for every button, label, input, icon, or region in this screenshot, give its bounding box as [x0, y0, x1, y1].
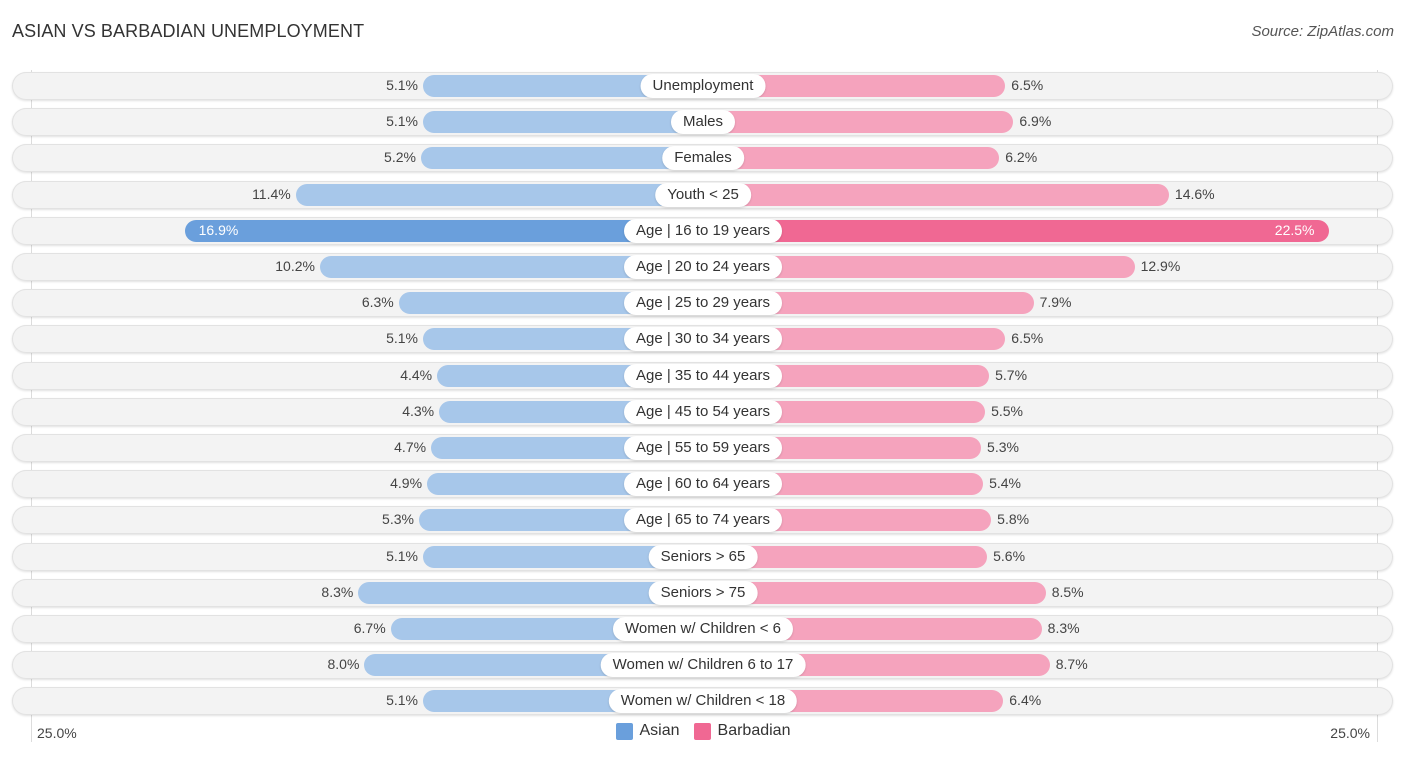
- value-label-asian: 5.1%: [386, 77, 418, 93]
- chart-row: 5.3% 5.8% Age | 65 to 74 years: [12, 506, 1393, 535]
- category-label: Seniors > 65: [648, 544, 758, 569]
- value-label-barbadian: 5.5%: [991, 402, 1024, 419]
- chart-row: 6.7% 8.3% Women w/ Children < 6: [12, 615, 1393, 643]
- value-label-barbadian: 6.4%: [1009, 692, 1042, 709]
- bar-asian[interactable]: [420, 147, 703, 170]
- value-label-barbadian: 8.5%: [1051, 583, 1084, 600]
- value-label-asian: 6.7%: [353, 620, 386, 636]
- value-label-barbadian: 8.7%: [1055, 656, 1088, 673]
- legend-swatch-barbadian: [693, 722, 711, 740]
- value-label-asian: 8.3%: [321, 583, 354, 600]
- bar-barbadian[interactable]: [703, 183, 1169, 206]
- category-label: Age | 20 to 24 years: [624, 255, 782, 279]
- chart-row: 4.9% 5.4% Age | 60 to 64 years: [12, 470, 1393, 499]
- chart-row: 11.4% 14.6% Youth < 25: [12, 180, 1393, 209]
- bar-asian[interactable]: [422, 111, 703, 134]
- chart-row: 4.3% 5.5% Age | 45 to 54 years: [12, 397, 1393, 426]
- chart-row: 6.3% 7.9% Age | 25 to 29 years: [12, 289, 1393, 318]
- value-label-barbadian: 5.7%: [995, 366, 1028, 383]
- category-label: Women w/ Children 6 to 17: [600, 653, 806, 678]
- value-label-asian: 5.1%: [386, 330, 418, 347]
- bar-barbadian[interactable]: [703, 147, 1000, 170]
- chart-row: 4.7% 5.3% Age | 55 to 59 years: [12, 434, 1393, 462]
- chart-row: 5.1% 6.5% Age | 30 to 34 years: [12, 325, 1393, 354]
- category-label: Women w/ Children < 18: [608, 689, 798, 714]
- value-label-barbadian: 5.3%: [987, 439, 1019, 455]
- chart-row: 10.2% 12.9% Age | 20 to 24 years: [12, 253, 1393, 281]
- category-label: Age | 55 to 59 years: [624, 436, 782, 460]
- value-label-asian: 4.3%: [402, 402, 435, 419]
- chart-row: 5.1% 6.9% Males: [12, 108, 1393, 137]
- legend-label-asian: Asian: [639, 722, 680, 739]
- value-label-asian: 5.1%: [386, 113, 418, 130]
- category-label: Males: [670, 110, 736, 135]
- value-label-barbadian: 12.9%: [1140, 258, 1181, 274]
- chart-row: 16.9% 22.5% Age | 16 to 19 years: [12, 216, 1393, 245]
- category-label: Age | 65 to 74 years: [624, 508, 782, 533]
- chart-row: 4.4% 5.7% Age | 35 to 44 years: [12, 361, 1393, 390]
- category-label: Age | 35 to 44 years: [624, 363, 782, 388]
- chart-row: 5.2% 6.2% Females: [12, 144, 1393, 173]
- bar-barbadian[interactable]: [703, 219, 1329, 242]
- legend-swatch-asian: [615, 722, 633, 740]
- value-label-asian: 10.2%: [275, 258, 315, 274]
- source-label: Source: ZipAtlas.com: [1251, 23, 1394, 40]
- legend-item-barbadian[interactable]: Barbadian: [693, 722, 791, 740]
- value-label-asian: 16.9%: [198, 221, 239, 238]
- value-label-barbadian: 7.9%: [1039, 294, 1072, 311]
- value-label-barbadian: 8.3%: [1047, 620, 1080, 636]
- value-label-barbadian: 6.5%: [1011, 330, 1044, 347]
- category-label: Age | 30 to 34 years: [624, 327, 782, 352]
- value-label-asian: 5.3%: [382, 511, 414, 528]
- value-label-barbadian: 6.5%: [1011, 77, 1044, 93]
- value-label-barbadian: 5.6%: [993, 547, 1026, 564]
- value-label-barbadian: 6.9%: [1019, 113, 1052, 130]
- value-label-asian: 4.4%: [400, 366, 433, 383]
- value-label-asian: 6.3%: [361, 294, 394, 311]
- value-label-asian: 5.2%: [384, 149, 416, 166]
- category-label: Age | 25 to 29 years: [624, 291, 782, 316]
- chart-row: 5.1% 6.5% Unemployment: [12, 72, 1393, 100]
- legend-label-barbadian: Barbadian: [717, 722, 791, 739]
- value-label-asian: 5.1%: [386, 547, 418, 564]
- category-label: Youth < 25: [655, 182, 751, 207]
- category-label: Age | 60 to 64 years: [624, 472, 782, 497]
- legend-item-asian[interactable]: Asian: [615, 722, 680, 740]
- category-label: Seniors > 75: [648, 580, 758, 605]
- value-label-asian: 8.0%: [327, 656, 360, 673]
- category-label: Unemployment: [640, 74, 766, 98]
- category-label: Age | 16 to 19 years: [624, 218, 782, 243]
- category-label: Females: [662, 146, 744, 171]
- value-label-barbadian: 6.2%: [1005, 149, 1038, 166]
- value-label-barbadian: 14.6%: [1174, 185, 1215, 202]
- legend: Asian Barbadian: [0, 722, 1406, 740]
- bar-barbadian[interactable]: [703, 111, 1014, 134]
- value-label-asian: 11.4%: [252, 185, 291, 202]
- value-label-barbadian: 5.4%: [989, 475, 1021, 492]
- value-label-asian: 4.7%: [394, 439, 427, 455]
- bar-asian[interactable]: [295, 183, 703, 206]
- chart-title: ASIAN VS BARBADIAN UNEMPLOYMENT: [12, 21, 365, 41]
- category-label: Women w/ Children < 6: [612, 617, 794, 641]
- chart-row: 8.3% 8.5% Seniors > 75: [12, 578, 1393, 607]
- value-label-asian: 5.1%: [386, 692, 418, 709]
- chart-row: 5.1% 5.6% Seniors > 65: [12, 542, 1393, 571]
- value-label-asian: 4.9%: [390, 475, 423, 492]
- value-label-barbadian: 5.8%: [997, 511, 1030, 528]
- chart-row: 8.0% 8.7% Women w/ Children 6 to 17: [12, 651, 1393, 680]
- category-label: Age | 45 to 54 years: [624, 399, 782, 424]
- value-label-barbadian: 22.5%: [1274, 221, 1315, 238]
- chart-row: 5.1% 6.4% Women w/ Children < 18: [12, 687, 1393, 716]
